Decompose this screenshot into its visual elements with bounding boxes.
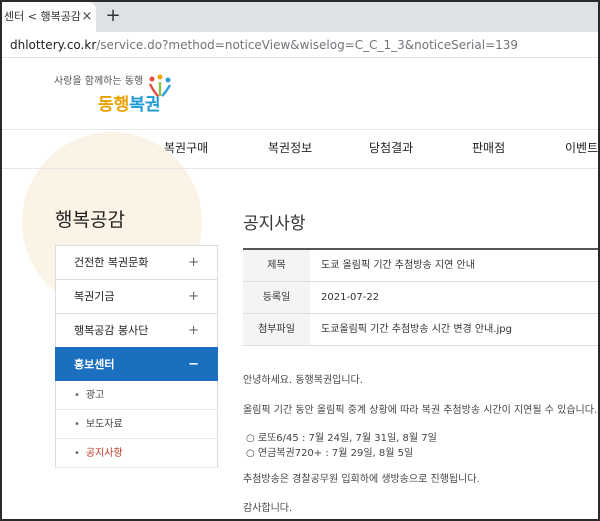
sidebar-item-label: 홍보센터 bbox=[74, 358, 115, 371]
nav-item-buy[interactable]: 복권구매 bbox=[164, 129, 208, 168]
bullet-icon: • bbox=[74, 448, 80, 459]
url-host: dhlottery.co.kr bbox=[10, 38, 97, 52]
info-row-attachment: 첨부파일 도쿄올림픽 기간 추첨방송 시간 변경 안내.jpg bbox=[243, 314, 598, 346]
sidebar-item-pr-center[interactable]: 홍보센터 − bbox=[55, 347, 218, 381]
close-icon[interactable]: × bbox=[80, 2, 94, 32]
notice-info-table: 제목 도쿄 올림픽 기간 추첨방송 지연 안내 등록일 2021-07-22 첨… bbox=[243, 248, 598, 346]
sidebar-item-culture[interactable]: 건전한 복권문화 + bbox=[55, 245, 218, 279]
notice-body-line: 안녕하세요. 동행복권입니다. bbox=[243, 375, 363, 386]
info-row-date: 등록일 2021-07-22 bbox=[243, 282, 598, 314]
sidebar-item-label: 행복공감 봉사단 bbox=[74, 324, 149, 337]
expand-icon[interactable]: + bbox=[188, 314, 199, 348]
expand-icon[interactable]: + bbox=[188, 246, 199, 280]
info-label: 첨부파일 bbox=[243, 314, 310, 345]
info-label: 제목 bbox=[243, 250, 310, 281]
sidebar-subitem-press[interactable]: • 보도자료 bbox=[55, 410, 218, 439]
notice-date: 2021-07-22 bbox=[321, 292, 380, 303]
sidebar-item-label: 건전한 복권문화 bbox=[74, 256, 149, 269]
url-path: /service.do?method=noticeView&wiselog=C_… bbox=[96, 38, 519, 52]
nav-divider-bottom bbox=[2, 168, 598, 169]
logo-mark-icon bbox=[148, 74, 172, 97]
collapse-icon[interactable]: − bbox=[188, 348, 199, 382]
info-label: 등록일 bbox=[243, 282, 310, 313]
page-title: 공지사항 bbox=[243, 214, 306, 234]
logo-text-part2: 복권 bbox=[129, 95, 161, 115]
sidebar-menu: 건전한 복권문화 + 복권기금 + 행복공감 봉사단 + 홍보센터 − • 광고 … bbox=[55, 245, 218, 468]
sidebar-title: 행복공감 bbox=[55, 209, 125, 231]
notice-body-line: 감사합니다. bbox=[243, 503, 293, 514]
nav-item-events[interactable]: 이벤트 bbox=[565, 129, 598, 168]
subitem-label: 광고 bbox=[85, 390, 105, 401]
expand-icon[interactable]: + bbox=[188, 280, 199, 314]
nav-item-info[interactable]: 복권정보 bbox=[268, 129, 312, 168]
notice-body-line: ○ 로또6/45 : 7월 24일, 7월 31일, 8월 7일 bbox=[246, 433, 437, 444]
logo-text-part1: 동행 bbox=[98, 95, 130, 115]
subitem-label: 공지사항 bbox=[85, 448, 123, 459]
bullet-icon: • bbox=[74, 390, 80, 401]
sidebar-subitem-ads[interactable]: • 광고 bbox=[55, 381, 218, 410]
sidebar-item-volunteers[interactable]: 행복공감 봉사단 + bbox=[55, 313, 218, 347]
notice-body-line: 추첨방송은 경찰공무원 입회하에 생방송으로 진행됩니다. bbox=[243, 474, 480, 485]
sidebar-item-label: 복권기금 bbox=[74, 290, 115, 303]
sidebar-item-fund[interactable]: 복권기금 + bbox=[55, 279, 218, 313]
tab-title: 센터 < 행복공감 bbox=[4, 10, 81, 23]
info-row-title: 제목 도쿄 올림픽 기간 추첨방송 지연 안내 bbox=[243, 250, 598, 282]
notice-body-line: ○ 연금복권720+ : 7월 29일, 8월 5일 bbox=[246, 448, 414, 459]
nav-item-stores[interactable]: 판매점 bbox=[472, 129, 505, 168]
nav-item-results[interactable]: 당첨결과 bbox=[369, 129, 413, 168]
logo-tagline: 사랑을 함께하는 동행 bbox=[54, 76, 144, 87]
subitem-label: 보도자료 bbox=[85, 419, 123, 430]
site-logo[interactable]: 사랑을 함께하는 동행 동행복권 bbox=[54, 72, 214, 122]
attachment-link[interactable]: 도쿄올림픽 기간 추첨방송 시간 변경 안내.jpg bbox=[321, 314, 512, 345]
sidebar-subitem-notices[interactable]: • 공지사항 bbox=[55, 439, 218, 468]
new-tab-icon[interactable]: + bbox=[104, 2, 122, 32]
address-bar[interactable]: dhlottery.co.kr/service.do?method=notice… bbox=[2, 32, 598, 58]
bullet-icon: • bbox=[74, 419, 80, 430]
notice-body-line: 올림픽 기간 동안 올림픽 중계 상황에 따라 복권 추첨방송 시간이 지연될 … bbox=[243, 405, 598, 416]
browser-tab-bar: 센터 < 행복공감 × + bbox=[2, 2, 598, 32]
notice-title: 도쿄 올림픽 기간 추첨방송 지연 안내 bbox=[321, 260, 475, 271]
